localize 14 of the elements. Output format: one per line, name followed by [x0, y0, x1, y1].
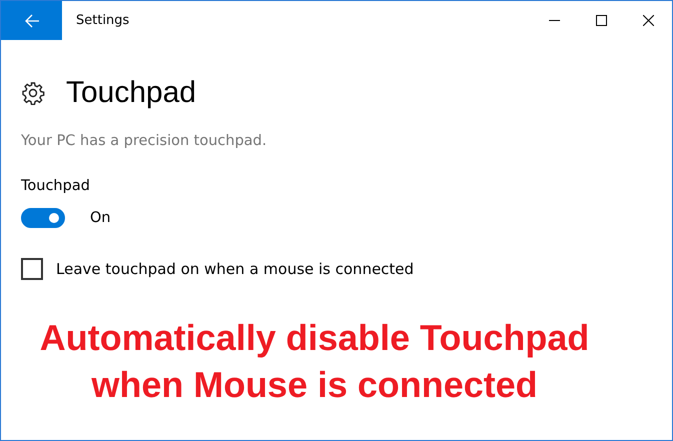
gear-icon [21, 81, 45, 105]
toggle-switch[interactable] [21, 208, 65, 228]
description-text: Your PC has a precision touchpad. [21, 133, 268, 149]
annotation-text: Automatically disable Touchpad [40, 316, 590, 360]
close-icon [643, 15, 654, 26]
toggle-state-text: On [90, 210, 111, 226]
toggle-label: Touchpad [21, 178, 91, 194]
annotation-text: when Mouse is connected [91, 363, 539, 407]
checkbox-label: Leave touchpad on when a mouse is connected [56, 260, 414, 278]
maximize-icon [596, 15, 607, 26]
window-title: Settings [76, 13, 130, 28]
checkbox[interactable] [21, 258, 43, 280]
back-arrow-icon [24, 14, 40, 28]
page-title: Touchpad [66, 76, 196, 110]
